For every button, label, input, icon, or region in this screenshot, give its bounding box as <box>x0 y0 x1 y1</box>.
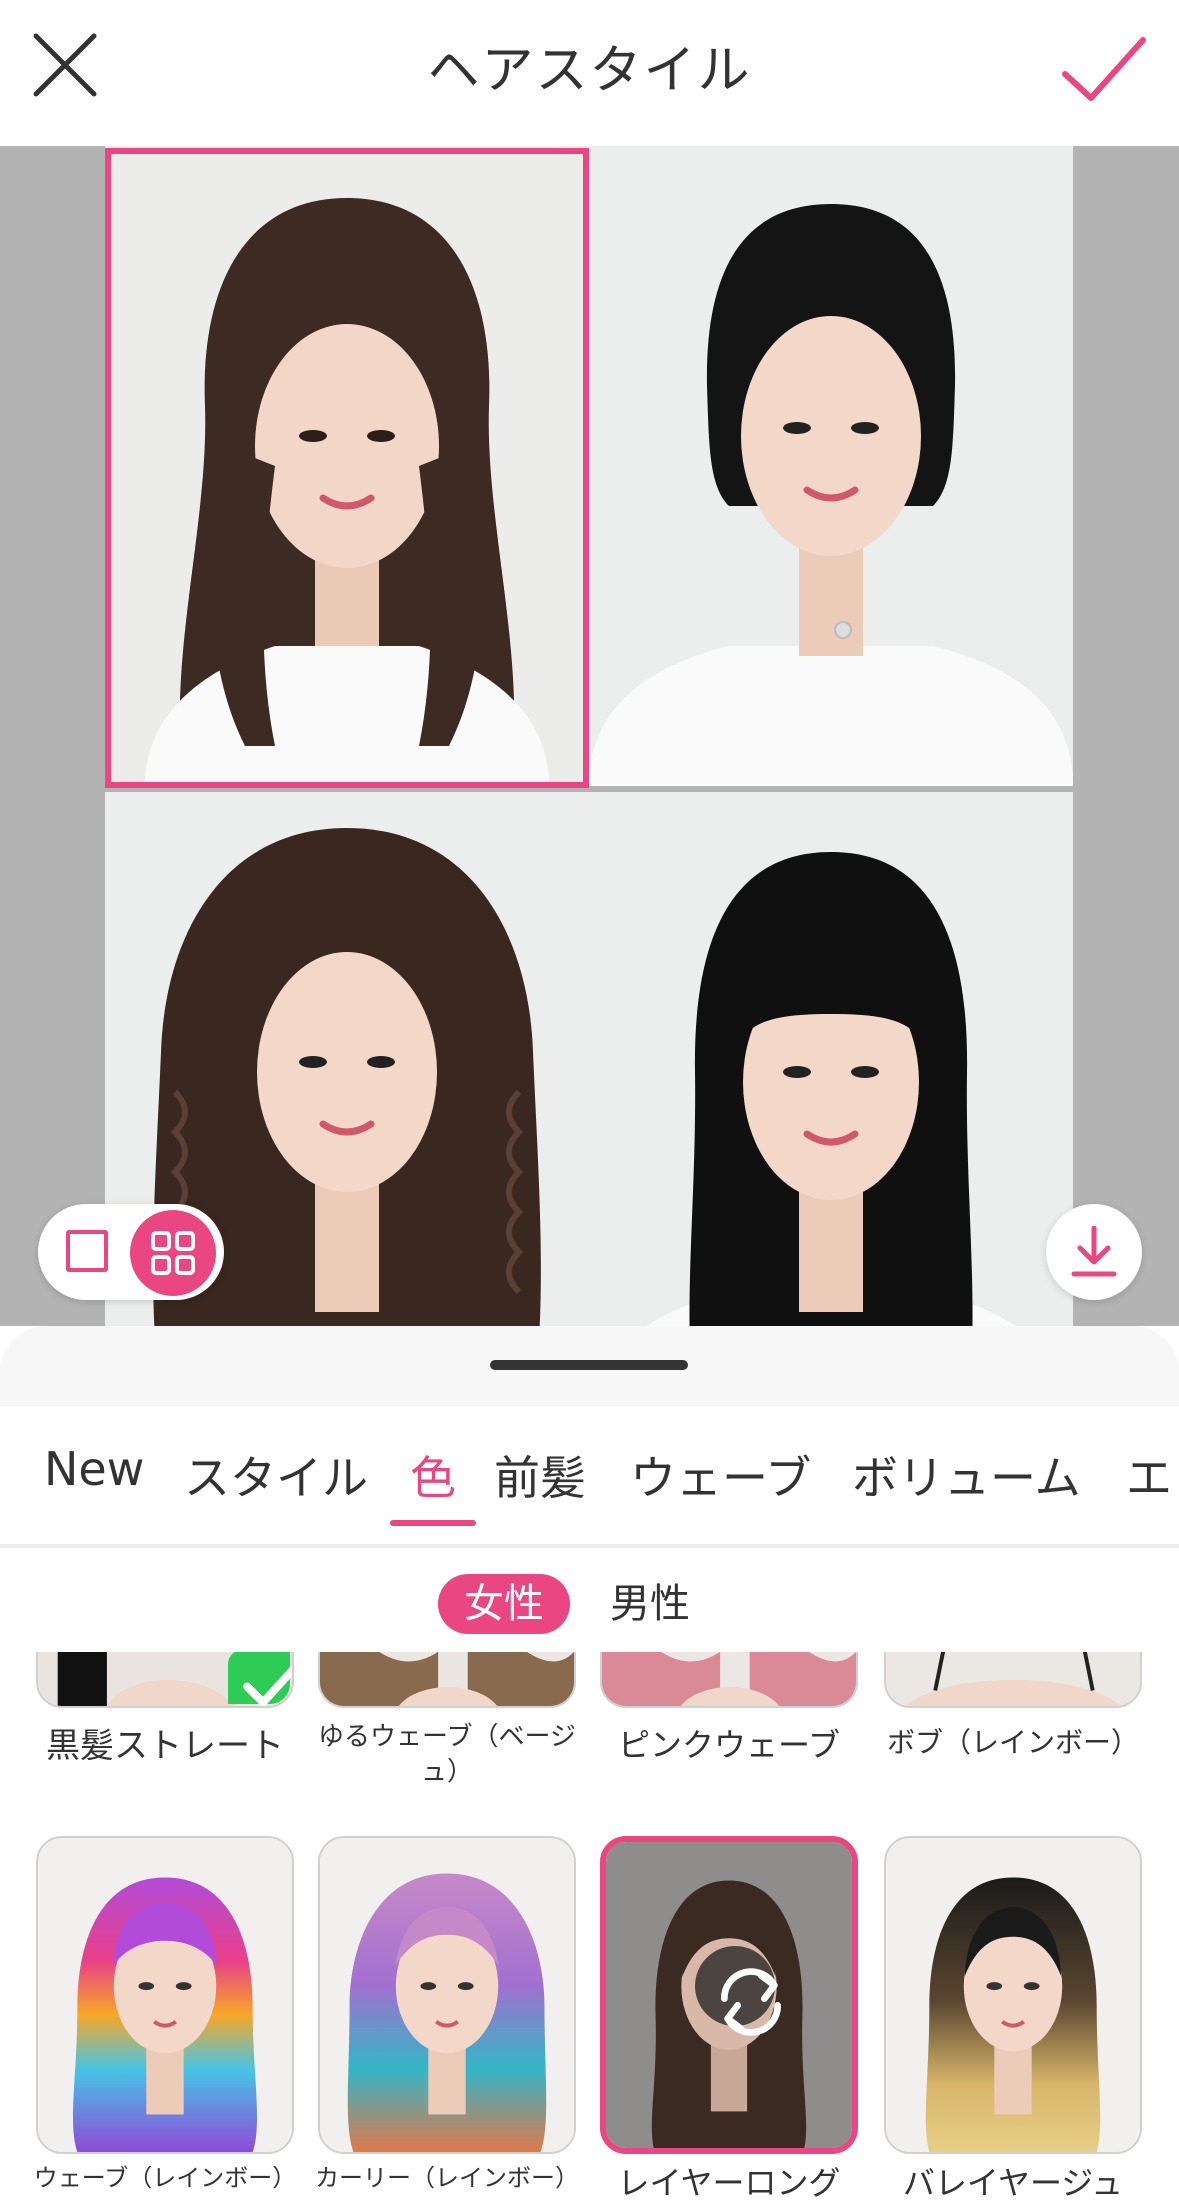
portrait-image <box>105 146 589 786</box>
check-icon <box>243 1664 292 1706</box>
tab-more[interactable]: エ <box>1126 1442 1172 1508</box>
tab-bangs[interactable]: 前髪 <box>494 1442 586 1508</box>
style-label: レイヤーロング <box>617 2164 841 2202</box>
style-thumbnail <box>318 1652 576 1708</box>
drag-handle[interactable] <box>490 1360 688 1370</box>
style-item-curly-rainbow[interactable]: カーリー（レインボー） <box>315 1836 579 2196</box>
top-bar: ヘアスタイル <box>0 0 1179 146</box>
tab-new[interactable]: New <box>44 1442 144 1496</box>
download-icon <box>1071 1226 1117 1277</box>
refresh-icon <box>720 1968 782 2036</box>
tab-color[interactable]: 色 <box>410 1442 456 1508</box>
style-label: ゆるウェーブ（ベージュ） <box>318 1722 576 1788</box>
style-sheet: New スタイル 色 前髪 ウェーブ ボリューム エ 女性 男性 黒髪ストレート… <box>0 1326 1179 2209</box>
style-item-black-straight[interactable]: 黒髪ストレート <box>36 1652 294 1802</box>
style-item-pink-wave[interactable]: ピンクウェーブ <box>600 1652 858 1802</box>
regenerate-button[interactable] <box>695 1946 782 2036</box>
preview-cell-black-bangs[interactable] <box>589 792 1073 1326</box>
style-label: カーリー（レインボー） <box>315 2164 579 2192</box>
style-thumbnail <box>318 1836 576 2154</box>
preview-grid <box>105 146 1073 1326</box>
portrait-image <box>589 792 1073 1326</box>
style-label: バレイヤージュ <box>902 2164 1124 2202</box>
style-item-wave-rainbow[interactable]: ウェーブ（レインボー） <box>34 1836 296 2196</box>
grid-view-button[interactable] <box>130 1210 216 1296</box>
view-mode-toggle <box>38 1204 224 1300</box>
style-thumbnail <box>36 1652 294 1708</box>
confirm-button[interactable] <box>1059 30 1149 110</box>
gender-filter: 女性 男性 <box>0 1572 1179 1636</box>
grid-view-icon <box>151 1231 195 1275</box>
portrait-image <box>589 146 1073 786</box>
preview-cell-long-layered[interactable] <box>105 146 589 786</box>
style-label: ウェーブ（レインボー） <box>33 2164 297 2192</box>
divider <box>0 1544 1179 1548</box>
download-button[interactable] <box>1046 1204 1142 1300</box>
style-thumbnail <box>600 1652 858 1708</box>
style-thumbnail <box>884 1652 1142 1708</box>
checked-badge <box>228 1652 292 1706</box>
style-label: ボブ（レインボー） <box>886 1726 1139 1759</box>
style-grid: 黒髪ストレート ゆるウェーブ（ベージュ） ピンクウェーブ ボブ（レインボー） ウ… <box>0 1652 1179 2209</box>
preview-area <box>0 146 1179 1326</box>
style-item-loose-wave-beige[interactable]: ゆるウェーブ（ベージュ） <box>318 1652 576 1802</box>
tab-style[interactable]: スタイル <box>184 1442 368 1508</box>
style-thumbnail <box>884 1836 1142 2154</box>
tab-wave[interactable]: ウェーブ <box>630 1442 811 1508</box>
style-item-bob-rainbow[interactable]: ボブ（レインボー） <box>884 1652 1142 1802</box>
preview-cell-black-bob[interactable] <box>589 146 1073 786</box>
checkmark-icon <box>1062 37 1146 101</box>
style-label: 黒髪ストレート <box>46 1726 284 1766</box>
category-tabs: New スタイル 色 前髪 ウェーブ ボリューム エ <box>0 1406 1179 1530</box>
single-view-icon[interactable] <box>66 1230 108 1272</box>
style-thumbnail-selected <box>600 1836 858 2154</box>
page-title: ヘアスタイル <box>427 41 752 101</box>
style-label: ピンクウェーブ <box>617 1726 841 1764</box>
style-item-balayage[interactable]: バレイヤージュ <box>884 1836 1142 2202</box>
gender-female-button[interactable]: 女性 <box>438 1574 570 1634</box>
gender-male-button[interactable]: 男性 <box>610 1574 690 1634</box>
style-item-layer-long[interactable]: レイヤーロング <box>600 1836 858 2202</box>
style-thumbnail <box>36 1836 294 2154</box>
tab-volume[interactable]: ボリューム <box>852 1442 1081 1508</box>
active-tab-indicator <box>390 1520 476 1526</box>
